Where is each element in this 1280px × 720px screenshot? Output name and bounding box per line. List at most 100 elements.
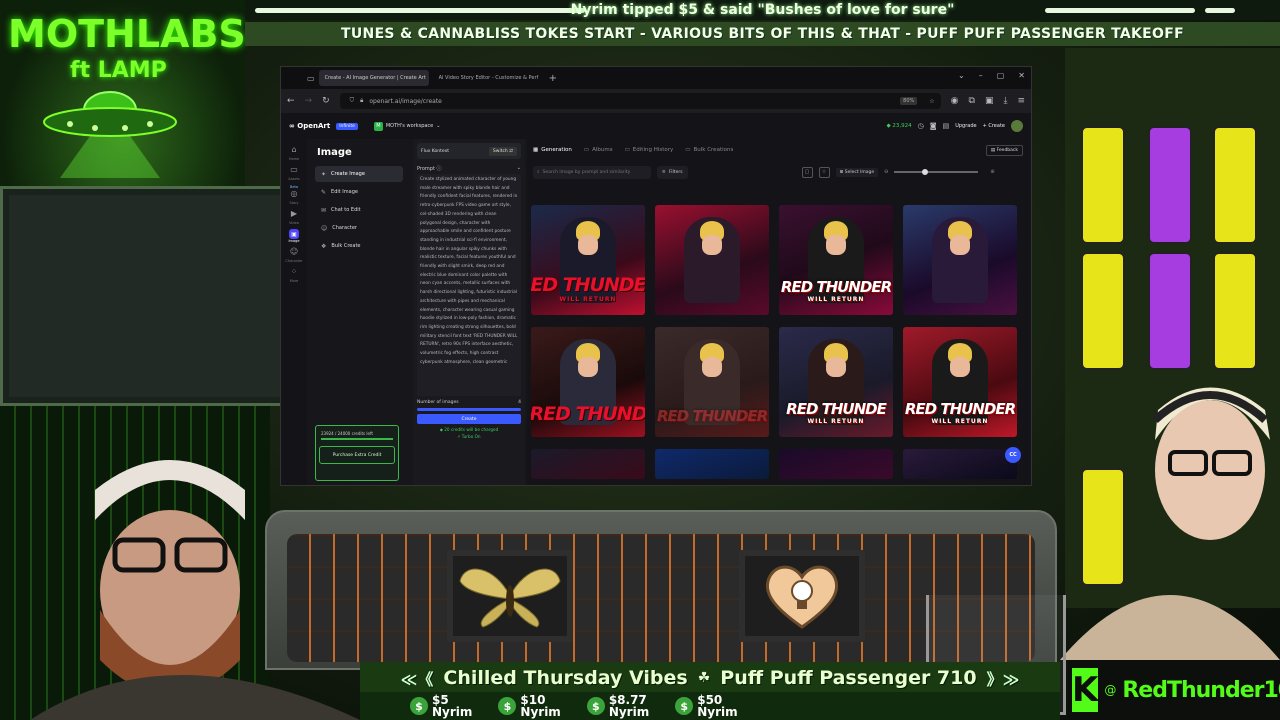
ufo-icon xyxy=(43,91,177,178)
workspace-switcher[interactable]: M MOTH's workspace ⌄ xyxy=(373,121,440,131)
tab-editing-history[interactable]: ▭ Editing History xyxy=(625,147,674,153)
story-icon: ◎ xyxy=(290,189,298,198)
rail-item-character[interactable]: ☺ Character xyxy=(285,247,302,263)
menu-label: Create Image xyxy=(331,171,365,177)
switch-model-button[interactable]: Switch ⇄ xyxy=(488,146,517,156)
extensions-icon[interactable]: ⧉ xyxy=(969,96,975,106)
extension-badge-icon[interactable]: ▣ xyxy=(985,96,994,106)
gallery-tabs: ▦ Generation ▭ Albums ▭ Editing History … xyxy=(527,139,1031,161)
generated-image-thumbnail[interactable]: RED THUNDERWILL RETURN xyxy=(531,205,645,315)
generated-image-thumbnail[interactable]: RED THUND xyxy=(531,327,645,437)
user-avatar[interactable] xyxy=(1011,120,1023,132)
lock-icon: 🔒︎ xyxy=(360,97,364,104)
forward-icon[interactable]: → xyxy=(305,96,313,106)
generated-image-thumbnail[interactable] xyxy=(531,449,645,479)
chevron-down-icon[interactable]: ⌄ xyxy=(517,165,521,172)
generated-image-thumbnail[interactable] xyxy=(779,449,893,479)
favorite-star-icon[interactable]: ☆ xyxy=(818,166,830,178)
rail-item-image[interactable]: ▣ Image xyxy=(289,229,299,243)
media-icon[interactable]: ▤ xyxy=(943,122,950,130)
credits-counter[interactable]: ◆ 23,924 xyxy=(886,123,911,129)
turbo-toggle[interactable]: ⚡ Turbo On xyxy=(413,434,525,439)
generated-image-thumbnail[interactable] xyxy=(903,205,1017,315)
rail-item-more[interactable]: ⁘ More xyxy=(290,267,299,283)
rail-item-home[interactable]: ⌂ Home xyxy=(289,145,299,161)
marquee-ticker: TUNES & CANNABLISS TOKES START - VARIOUS… xyxy=(245,22,1280,46)
caption-sub: WILL RETURN xyxy=(931,418,989,425)
brand-name: OpenArt xyxy=(297,122,331,130)
discord-icon[interactable]: ◙ xyxy=(930,122,937,130)
generated-image-thumbnail[interactable]: RED THUNDERWILL RETURN xyxy=(903,327,1017,437)
rail-item-video[interactable]: ▶ Video xyxy=(289,209,299,225)
address-bar: ← → ↻ ⛉ 🔒︎ openart.ai/image/create 80% ☆… xyxy=(281,89,1031,113)
new-tab-icon[interactable]: + xyxy=(549,73,557,84)
num-images-slider[interactable] xyxy=(417,408,521,411)
tab-label: Generation xyxy=(541,147,572,153)
moth-chip xyxy=(447,550,573,642)
minimize-icon[interactable]: – xyxy=(979,71,983,80)
create-button[interactable]: + Create xyxy=(983,123,1005,129)
zoom-level[interactable]: 80% xyxy=(900,97,918,105)
select-image-button[interactable]: ⊞ Select Image xyxy=(835,167,879,177)
character-figure xyxy=(932,217,988,303)
rail-label: Home xyxy=(288,157,300,161)
menu-item-edit-image[interactable]: ✎ Edit Image xyxy=(315,184,403,200)
generated-image-thumbnail[interactable] xyxy=(903,449,1017,479)
tab-albums[interactable]: ▭ Albums xyxy=(584,147,613,153)
sidebar-toggle-icon[interactable]: ▭ xyxy=(307,74,315,83)
menu-item-create-image[interactable]: ✦ Create Image xyxy=(315,166,403,182)
gallery-search-input[interactable]: ⌕ Search image by prompt and similarity xyxy=(533,165,651,179)
model-selector[interactable]: Flux Kontext Switch ⇄ xyxy=(417,143,521,159)
rail-item-story[interactable]: Beta ◎ Story xyxy=(289,185,298,205)
generated-image-thumbnail[interactable]: RED THUNDERWILL RETURN xyxy=(779,205,893,315)
workspace-avatar: M xyxy=(373,121,383,131)
gallery-area: ▦ Generation ▭ Albums ▭ Editing History … xyxy=(527,139,1031,485)
maximize-icon[interactable]: ▢ xyxy=(997,71,1005,80)
prompt-label: Prompt ⓘ xyxy=(417,166,442,172)
video-icon: ▶ xyxy=(290,209,298,218)
menu-item-bulk-create[interactable]: ❖ Bulk Create xyxy=(315,238,403,254)
openart-logo[interactable]: ∞ OpenArt xyxy=(289,122,330,130)
bookmark-star-icon[interactable]: ☆ xyxy=(929,98,934,105)
menu-item-chat-to-edit[interactable]: ✉ Chat to Edit xyxy=(315,202,403,218)
filters-button[interactable]: ⚟ Filters xyxy=(657,165,688,179)
generated-image-thumbnail[interactable]: RED THUNDER xyxy=(655,327,769,437)
select-all-icon[interactable]: ▢ xyxy=(801,166,813,178)
url-field[interactable]: ⛉ 🔒︎ openart.ai/image/create 80% ☆ xyxy=(339,93,941,109)
thumbnail-size-slider[interactable] xyxy=(894,169,979,175)
tab-generation[interactable]: ▦ Generation xyxy=(533,147,572,153)
browser-tab-1[interactable]: Create - AI Image Generator | Create Art… xyxy=(318,70,429,86)
generated-image-thumbnail[interactable] xyxy=(655,205,769,315)
gallery-toolbar: ⌕ Search image by prompt and similarity ⚟… xyxy=(527,161,1031,183)
menu-icon[interactable]: ≡ xyxy=(1017,96,1025,106)
upgrade-button[interactable]: Upgrade xyxy=(955,123,976,129)
prompt-textarea[interactable]: Create stylized animated character of yo… xyxy=(417,174,521,396)
downloads-icon[interactable]: ⤓ xyxy=(1003,96,1007,106)
rail-item-assets[interactable]: ▭ Assets xyxy=(288,165,299,181)
tab-list-icon[interactable]: ⌄ xyxy=(958,71,965,80)
window-close-icon[interactable]: ✕ xyxy=(1018,71,1025,80)
generated-image-thumbnail[interactable]: RED THUNDE WILL RETURN xyxy=(779,327,893,437)
bottom-info-bar: ≪《 Chilled Thursday Vibes ☘ Puff Puff Pa… xyxy=(360,662,1060,720)
clock-icon[interactable]: ◷ xyxy=(918,122,924,130)
caption-main: RED THUND xyxy=(531,403,645,425)
reload-icon[interactable]: ↻ xyxy=(322,96,330,106)
browser-tab-2[interactable]: AI Video Story Editor - Customize & Perf… xyxy=(433,70,543,86)
tab-bulk-creations[interactable]: ▭ Bulk Creations xyxy=(685,147,733,153)
zoom-in-icon[interactable]: ⊕ xyxy=(990,169,994,175)
section-title: Image xyxy=(317,147,352,158)
grid-icon: ⁘ xyxy=(290,267,298,276)
zoom-out-icon[interactable]: ⊖ xyxy=(884,169,888,175)
menu-item-character[interactable]: ☺ Character xyxy=(315,220,403,236)
create-image-button[interactable]: Create xyxy=(417,414,521,424)
caption-sub: WILL RETURN xyxy=(559,296,617,303)
feedback-button[interactable]: ▤ Feedback xyxy=(985,144,1023,156)
account-icon[interactable]: ◉ xyxy=(951,96,959,106)
num-images-value[interactable]: 4 xyxy=(518,400,521,405)
image-caption: RED THUND xyxy=(531,403,645,425)
tab-label: AI Video Story Editor - Customize & Perf xyxy=(438,75,539,81)
sparkle-icon: ✦ xyxy=(321,170,327,178)
chat-support-button[interactable]: CC xyxy=(1005,447,1021,463)
generated-image-thumbnail[interactable] xyxy=(655,449,769,479)
back-icon[interactable]: ← xyxy=(287,96,295,106)
